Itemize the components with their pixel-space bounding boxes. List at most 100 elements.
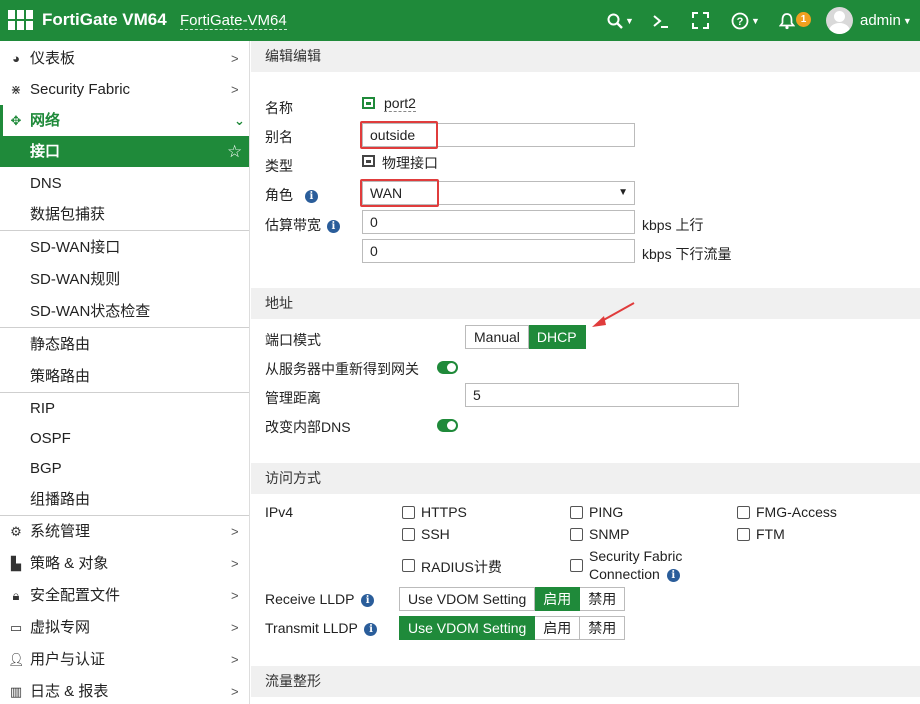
sidebar-item-label: 系统管理 (30, 523, 91, 540)
sidebar-item-sdwan-status-check[interactable]: SD-WAN状态检查 (0, 296, 249, 327)
info-icon[interactable]: i (364, 622, 378, 636)
user-menu[interactable]: admin ▼ (860, 12, 912, 29)
brand-title: FortiGate VM64 (42, 10, 167, 29)
section-header-traffic-shaping: 流量整形 (251, 666, 920, 697)
sidebar-item-label: 安全配置文件 (30, 587, 121, 604)
sidebar-item-dashboard[interactable]: ◕ 仪表板 > (0, 43, 249, 74)
downstream-input[interactable]: 0 (362, 239, 635, 263)
caret-down-icon: ▼ (618, 187, 628, 198)
help-menu[interactable]: ? ▼ (731, 9, 760, 32)
info-icon[interactable]: i (304, 189, 318, 203)
distance-input[interactable]: 5 (465, 383, 739, 407)
transmit-enable-button[interactable]: 启用 (535, 616, 581, 640)
sidebar-item-bgp[interactable]: BGP (0, 453, 249, 484)
user-icon: 👤︎ (8, 652, 25, 667)
edit-interface-panel: 编辑编辑 名称 port2 别名 outside 类型 物理接口 角色 i WA… (251, 41, 920, 704)
sidebar-item-static-routes[interactable]: 静态路由 (0, 329, 249, 360)
sidebar-item-user-auth[interactable]: 👤︎ 用户与认证 > (0, 644, 249, 675)
chevron-right-icon: > (231, 588, 239, 603)
receive-use-vdom-button[interactable]: Use VDOM Setting (399, 587, 536, 611)
sidebar-item-vpn[interactable]: ▭ 虚拟专网 > (0, 612, 249, 643)
fmg-access-checkbox[interactable] (737, 506, 750, 519)
sidebar-item-label: DNS (30, 175, 62, 192)
sidebar-item-rip[interactable]: RIP (0, 393, 249, 424)
ftm-label: FTM (756, 526, 785, 542)
sidebar-item-label: 策略 & 对象 (30, 555, 109, 572)
transmit-use-vdom-button[interactable]: Use VDOM Setting (399, 616, 536, 640)
sidebar-item-sdwan-interfaces[interactable]: SD-WAN接口 (0, 232, 249, 263)
help-icon: ? (731, 12, 749, 29)
hostname-link[interactable]: FortiGate-VM64 (180, 12, 287, 30)
caret-down-icon: ▼ (902, 16, 912, 27)
sidebar-item-system[interactable]: ⚙ 系统管理 > (0, 516, 249, 547)
port-mode-toggle: Manual DHCP (465, 325, 586, 349)
chevron-down-icon: ⌄ (234, 113, 245, 128)
sidebar: ◕ 仪表板 > ⋇ Security Fabric > ✥ 网络 ⌄ 接口 ☆ … (0, 41, 250, 704)
ping-checkbox[interactable] (570, 506, 583, 519)
connection-label-text: Connection (589, 566, 660, 582)
top-bar: FortiGate VM64 FortiGate-VM64 ▼ ? ▼ 1 adm… (0, 0, 920, 41)
transmit-lldp-text: Transmit LLDP (265, 620, 358, 636)
https-label: HTTPS (421, 504, 467, 520)
username: admin (860, 12, 901, 29)
chevron-right-icon: > (231, 51, 239, 66)
sidebar-item-label: OSPF (30, 430, 71, 447)
transmit-lldp-label: Transmit LLDP i (265, 620, 378, 636)
role-label-text: 角色 (265, 187, 293, 203)
transmit-disable-button[interactable]: 禁用 (580, 616, 626, 640)
radius-accounting-checkbox[interactable] (402, 559, 415, 572)
sidebar-item-label: BGP (30, 460, 62, 477)
sidebar-item-interfaces[interactable]: 接口 ☆ (0, 136, 249, 167)
sidebar-item-security-fabric[interactable]: ⋇ Security Fabric > (0, 74, 249, 105)
security-fabric-label: Security Fabric (589, 548, 683, 564)
ssh-checkbox[interactable] (402, 528, 415, 541)
fullscreen-button[interactable] (692, 9, 709, 31)
sidebar-item-network[interactable]: ✥ 网络 ⌄ (0, 105, 249, 136)
ftm-checkbox[interactable] (737, 528, 750, 541)
retrieve-gateway-toggle[interactable] (437, 361, 458, 374)
override-dns-toggle[interactable] (437, 419, 458, 432)
receive-lldp-text: Receive LLDP (265, 591, 355, 607)
snmp-checkbox[interactable] (570, 528, 583, 541)
search-menu[interactable]: ▼ (607, 9, 634, 32)
chevron-right-icon: > (231, 82, 239, 97)
info-icon[interactable]: i (666, 568, 680, 582)
transmit-lldp-toggle: Use VDOM Setting 启用 禁用 (399, 616, 626, 640)
retrieve-gateway-label: 从服务器中重新得到网关 (265, 361, 419, 377)
sidebar-item-log-report[interactable]: ▥ 日志 & 报表 > (0, 676, 249, 704)
notifications-button[interactable] (778, 9, 796, 31)
avatar[interactable] (826, 7, 853, 34)
mode-dhcp-button[interactable]: DHCP (528, 325, 586, 349)
chevron-right-icon: > (231, 684, 239, 699)
cli-button[interactable] (652, 9, 670, 31)
mode-manual-button[interactable]: Manual (465, 325, 529, 349)
downstream-unit: kbps 下行流量 (642, 246, 732, 262)
sidebar-item-packet-capture[interactable]: 数据包捕获 (0, 199, 249, 230)
fullscreen-icon (692, 12, 709, 30)
sidebar-item-policy-objects[interactable]: ▙ 策略 & 对象 > (0, 548, 249, 579)
sidebar-item-multicast[interactable]: 组播路由 (0, 484, 249, 515)
star-icon[interactable]: ☆ (227, 136, 242, 167)
receive-enable-button[interactable]: 启用 (535, 587, 581, 611)
receive-lldp-label: Receive LLDP i (265, 591, 375, 607)
info-icon[interactable]: i (361, 593, 375, 607)
info-icon[interactable]: i (326, 219, 340, 233)
sidebar-item-policy-routes[interactable]: 策略路由 (0, 361, 249, 392)
sidebar-item-sdwan-rules[interactable]: SD-WAN规则 (0, 264, 249, 295)
sidebar-item-label: SD-WAN状态检查 (30, 303, 151, 320)
search-icon (607, 13, 623, 29)
vpn-icon: ▭ (9, 620, 23, 635)
security-fabric-checkbox[interactable] (570, 559, 583, 572)
sidebar-item-label: Security Fabric (30, 81, 131, 98)
terminal-icon (653, 14, 668, 28)
sidebar-item-ospf[interactable]: OSPF (0, 423, 249, 454)
sidebar-item-security-profiles[interactable]: 🔒︎ 安全配置文件 > (0, 580, 249, 611)
receive-disable-button[interactable]: 禁用 (580, 587, 626, 611)
sidebar-item-dns[interactable]: DNS (0, 168, 249, 199)
caret-down-icon: ▼ (625, 15, 634, 26)
chevron-right-icon: > (231, 556, 239, 571)
sidebar-item-label: 仪表板 (30, 50, 76, 67)
sidebar-item-label: 虚拟专网 (30, 619, 91, 636)
upstream-input[interactable]: 0 (362, 210, 635, 234)
https-checkbox[interactable] (402, 506, 415, 519)
